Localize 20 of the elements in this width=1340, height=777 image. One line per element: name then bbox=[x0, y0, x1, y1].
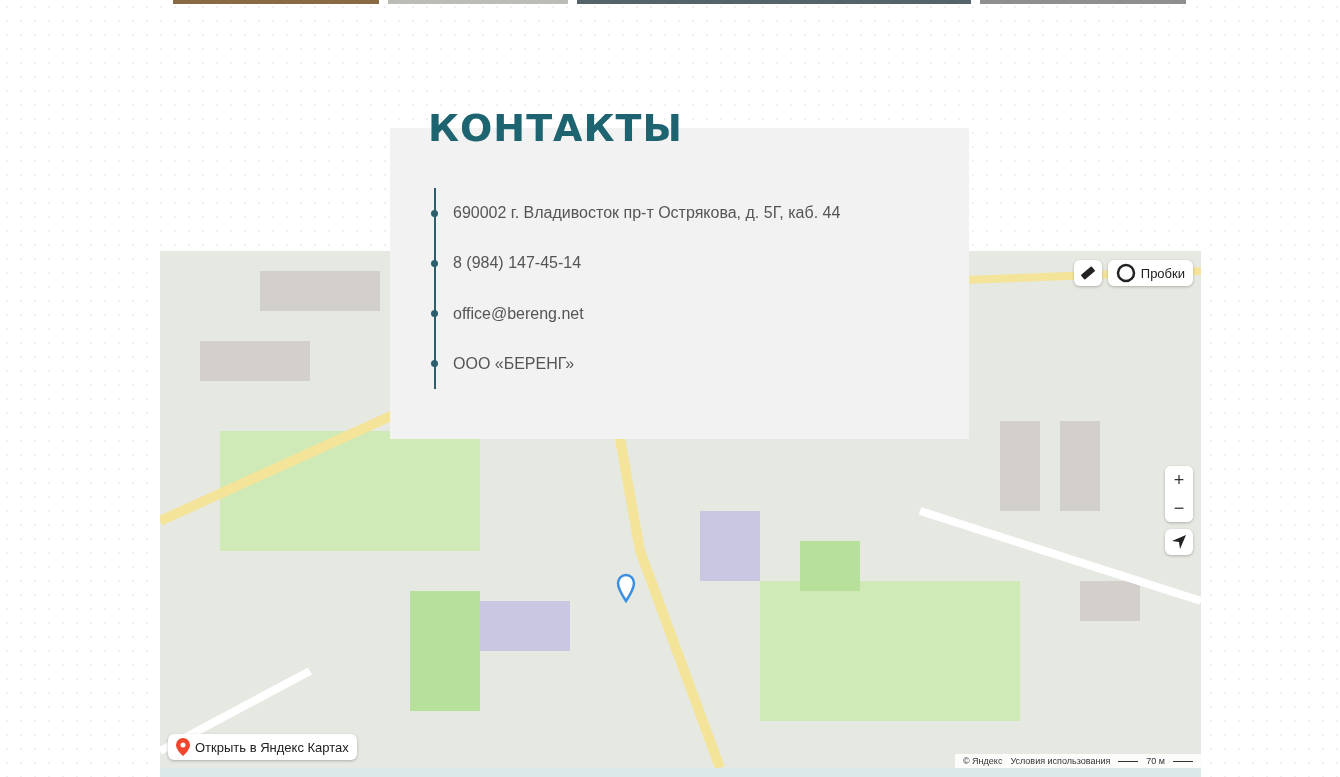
section-title: КОНТАКТЫ bbox=[428, 106, 683, 150]
map-pin-icon bbox=[616, 573, 636, 603]
contact-text: ООО «БЕРЕНГ» bbox=[453, 354, 575, 373]
contact-text: 690002 г. Владивосток пр-т Острякова, д. 5Г, каб. 44 bbox=[453, 204, 841, 223]
zoom-in-button[interactable]: + bbox=[1165, 466, 1193, 494]
terms-link[interactable]: Условия использования bbox=[1010, 756, 1111, 766]
open-in-maps-button[interactable]: Открыть в Яндекс Картах bbox=[168, 734, 357, 760]
traffic-icon bbox=[1115, 263, 1136, 283]
zoom-out-button[interactable]: − bbox=[1165, 494, 1193, 522]
map-pin-icon bbox=[176, 738, 190, 756]
scale-bar bbox=[1173, 760, 1193, 762]
scale-bar bbox=[1118, 760, 1139, 762]
arrow-icon bbox=[1171, 534, 1187, 550]
copyright-text: © Яндекс bbox=[963, 756, 1003, 766]
contact-text: office@bereng.net bbox=[453, 304, 584, 323]
ruler-button[interactable] bbox=[1073, 260, 1102, 286]
traffic-button[interactable]: Пробки bbox=[1107, 260, 1193, 286]
locate-button[interactable] bbox=[1165, 529, 1193, 555]
contact-text: 8 (984) 147-45-14 bbox=[453, 254, 582, 273]
scale-label: 70 м bbox=[1146, 756, 1165, 766]
